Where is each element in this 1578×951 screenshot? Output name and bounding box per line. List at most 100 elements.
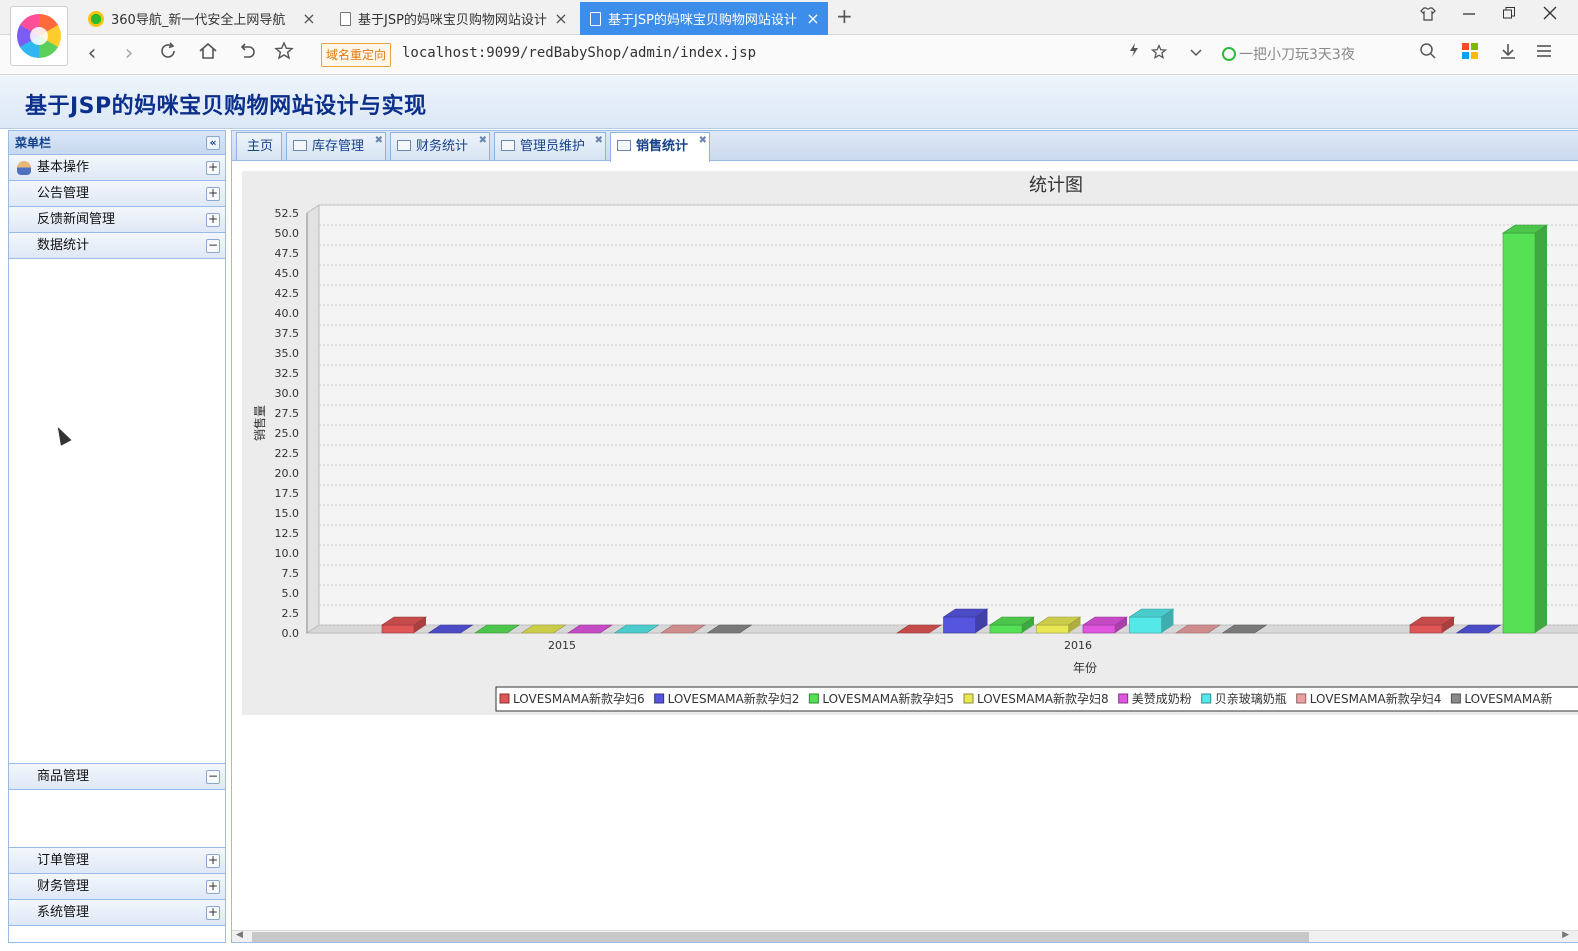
- legend-swatch: [654, 693, 665, 704]
- search-field[interactable]: 一把小刀玩3天3夜: [1222, 42, 1442, 68]
- url-field[interactable]: localhost:9099/redBabyShop/admin/index.j…: [402, 45, 756, 61]
- sidebar-panel-statistics[interactable]: 数据统计 −: [9, 233, 225, 259]
- collapse-icon[interactable]: −: [206, 770, 220, 784]
- legend-item: LOVESMAMA新款孕妇8: [977, 691, 1109, 706]
- close-tab-icon[interactable]: ✖: [479, 127, 487, 154]
- y-tick-label: 20.0: [275, 467, 300, 480]
- sidebar-panel-feedback[interactable]: 反馈新闻管理 +: [9, 207, 225, 233]
- download-icon[interactable]: [1496, 41, 1520, 67]
- legend-item: LOVESMAMA新款孕妇2: [668, 691, 800, 706]
- close-window-icon[interactable]: [1543, 6, 1557, 24]
- bookmark-star-icon[interactable]: [272, 41, 296, 68]
- expand-icon[interactable]: +: [206, 906, 220, 920]
- expand-icon[interactable]: +: [206, 880, 220, 894]
- browser-tab-site[interactable]: 基于JSP的妈咪宝贝购物网站设计 ×: [330, 2, 576, 35]
- search-engine-icon: [1222, 47, 1236, 61]
- bar: [1082, 624, 1116, 634]
- collapse-icon[interactable]: −: [206, 239, 220, 253]
- sales-chart: 统计图 0.0 2.5 5.0 7.5 10.0 12.5 15.0 17.5 20.0 22.5 2…: [252, 175, 1578, 712]
- shirt-icon[interactable]: [1420, 6, 1436, 26]
- refresh-icon[interactable]: [156, 41, 180, 68]
- apps-grid-icon[interactable]: [1458, 41, 1482, 67]
- tab-sales-stats[interactable]: 销售统计 ✖: [610, 132, 710, 162]
- lightning-icon[interactable]: [1122, 41, 1146, 67]
- scroll-right-icon[interactable]: ▶: [1562, 930, 1569, 940]
- scrollbar-thumb[interactable]: [252, 932, 1309, 942]
- legend-item: LOVESMAMA新款孕妇5: [822, 691, 954, 706]
- main-content: 主页 库存管理 ✖ 财务统计 ✖ 管理员维护 ✖ 销售统计 ✖ 统计图 0.0 2.…: [231, 130, 1578, 943]
- close-icon[interactable]: ×: [300, 9, 318, 28]
- legend-swatch: [1296, 693, 1307, 704]
- restore-icon[interactable]: [1502, 6, 1516, 24]
- close-icon[interactable]: ×: [552, 9, 570, 28]
- y-axis-label: 销售量: [252, 405, 267, 441]
- y-tick-label: 27.5: [275, 407, 300, 420]
- sidebar: 菜单栏 « 基本操作 + 公告管理 + 反馈新闻管理 + 数据统计 − 商品管理…: [8, 130, 226, 943]
- redirect-badge[interactable]: 域名重定向: [321, 43, 392, 67]
- tab-label: 库存管理: [312, 139, 365, 154]
- bar: [381, 624, 415, 634]
- legend-item: 美赞成奶粉: [1132, 692, 1192, 706]
- chart-title: 统计图: [1029, 175, 1083, 196]
- browser-logo-icon[interactable]: [10, 6, 68, 66]
- address-bar: ‹ › 域名重定向 localhost:9099/redBabyShop/adm…: [0, 35, 1578, 75]
- browser-tab-title: 360导航_新一代安全上网导航: [111, 13, 286, 28]
- user-icon: [17, 161, 31, 175]
- collapse-sidebar-button[interactable]: «: [206, 136, 220, 150]
- y-tick-label: 30.0: [275, 387, 300, 400]
- sidebar-panel-label: 系统管理: [37, 905, 90, 920]
- tab-label: 财务统计: [416, 139, 469, 154]
- close-tab-icon[interactable]: ✖: [699, 127, 707, 154]
- menu-icon[interactable]: [1532, 41, 1556, 67]
- y-tick-label: 52.5: [275, 207, 300, 220]
- tab-label: 主页: [247, 139, 274, 154]
- bar: [1502, 232, 1536, 634]
- sidebar-panel-notice[interactable]: 公告管理 +: [9, 181, 225, 207]
- scroll-left-icon[interactable]: ◀: [236, 930, 243, 940]
- sidebar-panel-label: 公告管理: [37, 186, 90, 201]
- new-tab-button[interactable]: +: [836, 4, 853, 28]
- tab-inventory[interactable]: 库存管理 ✖: [286, 132, 386, 160]
- sidebar-panel-basic[interactable]: 基本操作 +: [9, 155, 225, 181]
- sidebar-panel-orders[interactable]: 订单管理 +: [9, 848, 225, 874]
- forward-icon[interactable]: ›: [117, 41, 141, 67]
- sidebar-panel-label: 基本操作: [37, 160, 90, 175]
- sidebar-panel-system[interactable]: 系统管理 +: [9, 900, 225, 926]
- tab-label: 管理员维护: [520, 139, 586, 154]
- undo-icon[interactable]: [235, 41, 259, 68]
- tab-home[interactable]: 主页: [236, 132, 282, 160]
- horizontal-scrollbar[interactable]: ◀ ▶: [232, 930, 1578, 942]
- tab-finance-stats[interactable]: 财务统计 ✖: [390, 132, 490, 160]
- sidebar-panel-goods[interactable]: 商品管理 −: [9, 764, 225, 790]
- chart-back-wall: [318, 204, 1578, 626]
- close-tab-icon[interactable]: ✖: [595, 127, 603, 154]
- legend-swatch: [1201, 693, 1212, 704]
- expand-icon[interactable]: +: [206, 854, 220, 868]
- tab-page-icon: [397, 140, 411, 151]
- sidebar-title: 菜单栏: [15, 136, 52, 150]
- sidebar-panel-finance[interactable]: 财务管理 +: [9, 874, 225, 900]
- close-icon[interactable]: ×: [804, 9, 822, 28]
- statistics-panel-body: [9, 259, 225, 764]
- favorite-star-icon[interactable]: [1147, 41, 1171, 67]
- tab-admin-maintain[interactable]: 管理员维护 ✖: [494, 132, 606, 160]
- search-placeholder: 一把小刀玩3天3夜: [1239, 47, 1355, 63]
- minimize-icon[interactable]: [1462, 6, 1476, 24]
- browser-tab-360[interactable]: 360导航_新一代安全上网导航 ×: [78, 2, 324, 35]
- expand-icon[interactable]: +: [206, 187, 220, 201]
- search-icon[interactable]: [1416, 41, 1440, 67]
- legend-swatch: [1118, 693, 1129, 704]
- home-icon[interactable]: [196, 41, 220, 68]
- y-tick-label: 25.0: [275, 427, 300, 440]
- y-tick-label: 40.0: [275, 307, 300, 320]
- expand-icon[interactable]: +: [206, 161, 220, 175]
- y-tick-label: 42.5: [275, 287, 300, 300]
- back-icon[interactable]: ‹: [80, 41, 104, 67]
- y-tick-label: 50.0: [275, 227, 300, 240]
- close-tab-icon[interactable]: ✖: [375, 127, 383, 154]
- expand-icon[interactable]: +: [206, 213, 220, 227]
- browser-tab-active[interactable]: 基于JSP的妈咪宝贝购物网站设计 ×: [580, 2, 828, 35]
- chevron-down-icon[interactable]: [1184, 41, 1208, 67]
- goods-panel-body: [9, 790, 225, 848]
- tab-page-icon: [617, 140, 631, 151]
